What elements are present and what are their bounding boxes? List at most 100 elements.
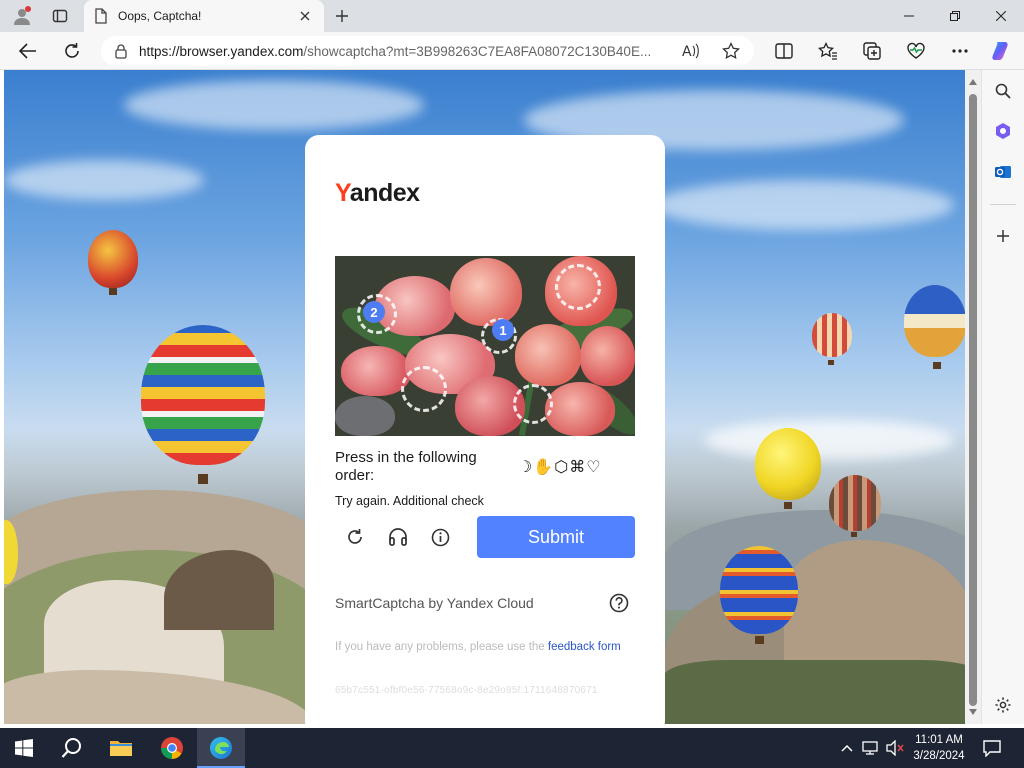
headphones-icon [389, 528, 407, 546]
taskbar-clock[interactable]: 11:01 AM 3/28/2024 [904, 732, 974, 764]
back-button[interactable] [14, 37, 42, 65]
gear-icon [995, 697, 1011, 713]
scroll-down-button[interactable] [967, 706, 979, 718]
taskbar-file-explorer[interactable] [97, 728, 145, 768]
tab-strip: Oops, Captcha! [0, 0, 1024, 32]
page-icon [95, 8, 107, 24]
sidebar-add-button[interactable] [990, 223, 1016, 249]
new-tab-button[interactable] [330, 4, 354, 28]
sidebar-search-button[interactable] [990, 78, 1016, 104]
help-icon [609, 593, 629, 613]
plus-icon [336, 10, 348, 22]
caret-down-icon [969, 709, 977, 715]
sidebar-outlook-button[interactable] [990, 159, 1016, 185]
volume-muted-icon [886, 740, 904, 756]
profile-button[interactable] [8, 4, 36, 28]
split-screen-button[interactable] [770, 37, 798, 65]
tray-volume-button[interactable] [884, 728, 906, 768]
scroll-up-button[interactable] [967, 76, 979, 88]
favorite-button[interactable] [719, 39, 743, 63]
taskbar-chrome[interactable] [148, 728, 196, 768]
read-aloud-icon: A [682, 43, 699, 59]
browser-toolbar: https://browser.yandex.com/showcaptcha?m… [0, 32, 1024, 70]
tab-actions-button[interactable] [46, 4, 74, 28]
windows-taskbar: 11:01 AM 3/28/2024 [0, 728, 1024, 768]
url-text[interactable]: https://browser.yandex.com/showcaptcha?m… [139, 44, 659, 59]
yandex-logo: Yandex [335, 179, 420, 207]
submit-button[interactable]: Submit [477, 516, 635, 558]
caret-up-icon [969, 79, 977, 85]
taskbar-search-button[interactable] [48, 728, 96, 768]
chevron-up-icon [841, 744, 853, 752]
hexagon-app-icon [996, 123, 1010, 139]
click-marker-1[interactable]: 1 [492, 319, 514, 341]
reload-captcha-button[interactable] [343, 525, 367, 549]
restore-icon [950, 11, 960, 21]
notification-icon [983, 739, 1001, 757]
window-controls [886, 0, 1024, 32]
back-arrow-icon [19, 43, 36, 59]
close-tab-button[interactable] [296, 7, 314, 25]
copilot-button[interactable] [988, 37, 1016, 65]
tray-overflow-button[interactable] [838, 728, 856, 768]
more-button[interactable] [946, 37, 974, 65]
help-button[interactable] [608, 592, 630, 614]
windows-logo-icon [15, 739, 33, 757]
minimize-button[interactable] [886, 0, 932, 32]
svg-text:A: A [682, 44, 692, 59]
star-icon [722, 42, 740, 60]
restore-button[interactable] [932, 0, 978, 32]
page-scrollbar[interactable] [965, 70, 981, 724]
performance-button[interactable] [902, 37, 930, 65]
favorites-icon [818, 42, 837, 60]
outlook-icon [995, 166, 1011, 178]
address-bar[interactable]: https://browser.yandex.com/showcaptcha?m… [101, 36, 754, 66]
collections-icon [863, 42, 881, 60]
read-aloud-button[interactable]: A [679, 39, 703, 63]
feedback-link[interactable]: feedback form [548, 641, 621, 653]
captcha-order-icons: ☽✋⬡⌘♡ [518, 459, 602, 476]
lock-icon [115, 43, 127, 59]
captcha-image[interactable]: 2 1 [335, 256, 635, 436]
notifications-button[interactable] [980, 728, 1004, 768]
folder-icon [110, 741, 132, 756]
refresh-button[interactable] [58, 37, 86, 65]
refresh-icon [65, 43, 79, 58]
edge-icon [210, 737, 232, 759]
copilot-icon [992, 42, 1008, 60]
split-screen-icon [775, 43, 793, 59]
start-button[interactable] [0, 728, 48, 768]
tab-title: Oops, Captcha! [118, 9, 202, 23]
click-marker-2[interactable]: 2 [363, 301, 385, 323]
scroll-thumb[interactable] [969, 94, 977, 706]
edge-sidebar [981, 70, 1024, 724]
sidebar-copilot-button[interactable] [990, 118, 1016, 144]
profile-icon [14, 6, 31, 25]
clock-date: 3/28/2024 [913, 750, 965, 762]
network-icon [862, 741, 878, 755]
request-id: 65b7c551-ofbf0e56-77568o9c-8e29o95f:1711… [335, 685, 598, 696]
refresh-icon [348, 529, 362, 544]
more-icon [952, 49, 968, 53]
search-icon [995, 83, 1011, 99]
minimize-icon [904, 15, 914, 17]
collections-button[interactable] [858, 37, 886, 65]
clock-time: 11:01 AM [915, 734, 963, 746]
close-window-button[interactable] [978, 0, 1024, 32]
retry-message: Try again. Additional check [335, 494, 484, 508]
close-icon [300, 11, 310, 21]
favorites-button[interactable] [814, 37, 842, 65]
browser-tab-active[interactable]: Oops, Captcha! [84, 0, 324, 32]
sidebar-settings-button[interactable] [990, 692, 1016, 718]
taskbar-edge[interactable] [197, 728, 245, 768]
captcha-instruction: Press in the following order: [335, 449, 477, 484]
close-icon [996, 11, 1006, 21]
chrome-icon [161, 737, 183, 759]
smartcaptcha-label: SmartCaptcha by Yandex Cloud [335, 595, 534, 611]
audio-captcha-button[interactable] [386, 525, 410, 549]
info-button[interactable] [428, 525, 452, 549]
plus-icon [997, 230, 1009, 242]
search-icon [61, 738, 81, 758]
captcha-card: Yandex 2 1 Press in the following order:… [305, 135, 665, 735]
tray-network-button[interactable] [860, 728, 882, 768]
